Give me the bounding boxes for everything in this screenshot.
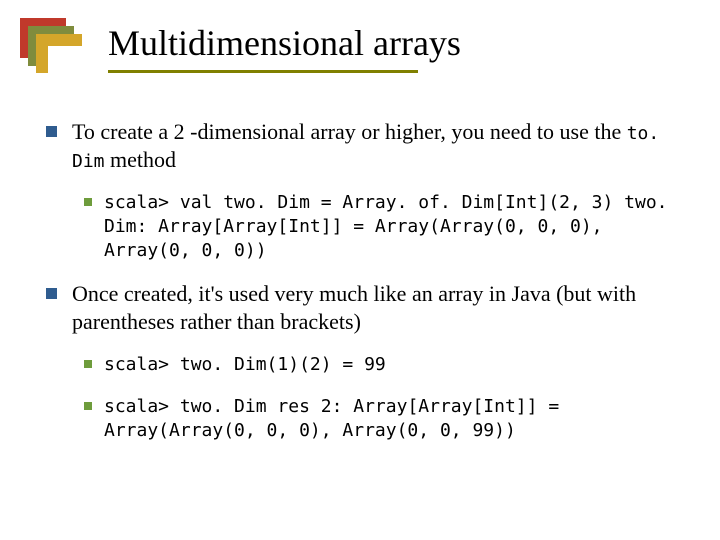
bullet-2b-pre: scala>	[104, 396, 180, 417]
square-bullet-icon	[84, 360, 92, 368]
bullet-1-text-post: method	[105, 147, 177, 172]
bullet-1-text-pre: To create a 2 -dimensional array or high…	[72, 119, 627, 144]
square-bullet-icon	[84, 198, 92, 206]
bullet-1a-code: scala> val two. Dim = Array. of. Dim[Int…	[104, 192, 668, 261]
slide-body: To create a 2 -dimensional array or high…	[40, 118, 690, 461]
bullet-2b-code: two. Dim	[180, 396, 267, 417]
square-bullet-icon	[84, 402, 92, 410]
square-bullet-icon	[46, 126, 57, 137]
bullet-2a-pre: scala>	[104, 354, 180, 375]
bullet-2a-code: two. Dim(1)(2) = 99	[180, 354, 386, 375]
square-bullet-icon	[46, 288, 57, 299]
bullet-2: Once created, it's used very much like a…	[40, 280, 690, 335]
bullet-2-text: Once created, it's used very much like a…	[72, 281, 636, 334]
title-underline	[108, 70, 418, 73]
bullet-2b: scala> two. Dim res 2: Array[Array[Int]]…	[40, 395, 690, 443]
bullet-1a: scala> val two. Dim = Array. of. Dim[Int…	[40, 191, 690, 262]
logo-icon	[20, 18, 90, 73]
bullet-2a: scala> two. Dim(1)(2) = 99	[40, 353, 690, 377]
slide-title: Multidimensional arrays	[108, 22, 461, 64]
slide: Multidimensional arrays To create a 2 -d…	[0, 0, 720, 540]
bullet-1: To create a 2 -dimensional array or high…	[40, 118, 690, 173]
